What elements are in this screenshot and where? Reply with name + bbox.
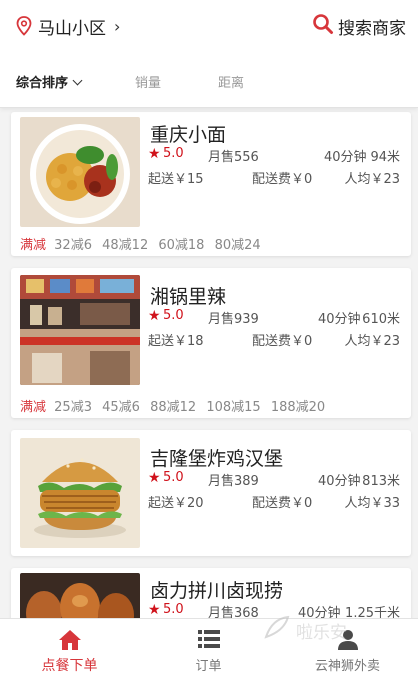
shop-card[interactable]: 卤力拼川卤现捞 ★ 5.0 月售368 40分钟 1.25千米	[11, 568, 411, 618]
promo-item: 45减6	[102, 400, 140, 415]
shop-distance: 1.25千米	[345, 606, 400, 618]
shop-fees-row: 起送￥18 配送费￥0 人均￥23	[148, 330, 400, 349]
star-icon: ★	[148, 308, 161, 324]
sort-tab-comprehensive[interactable]: 综合排序	[16, 72, 83, 91]
shop-list: 重庆小面 ★ 5.0 月售556 40分钟 94米 起送￥15 配送费￥0 人均…	[0, 108, 418, 618]
shop-delivery-time: 40分钟	[318, 474, 361, 489]
shop-stats-row: ★ 5.0 月售939 40分钟 610米	[148, 308, 400, 327]
location-name: 马山小区	[38, 18, 106, 39]
location-selector[interactable]: 马山小区 ›	[16, 12, 120, 40]
shop-delivery-time: 40分钟	[298, 606, 341, 618]
shop-stats-row: ★ 5.0 月售389 40分钟 813米	[148, 470, 400, 489]
shop-delivery-fee: 配送费￥0	[252, 172, 313, 187]
search-icon	[312, 13, 334, 39]
shop-delivery-fee: 配送费￥0	[252, 334, 313, 349]
star-icon: ★	[148, 470, 161, 486]
tab-label: 点餐下单	[41, 658, 98, 674]
shop-rating: 5.0	[163, 470, 184, 485]
promo-item: 88减12	[150, 400, 197, 415]
shop-image-braised-food	[20, 573, 140, 618]
bottom-tab-bar: 点餐下单 订单 云神狮外卖	[0, 618, 418, 679]
promo-item: 188减20	[270, 400, 326, 415]
tab-label: 订单	[195, 659, 222, 674]
shop-delivery-fee: 配送费￥0	[252, 496, 313, 511]
promo-item: 108减15	[206, 400, 261, 415]
chevron-right-icon: ›	[114, 16, 121, 36]
shop-monthly-sales: 月售556	[208, 150, 259, 165]
promo-item: 25减3	[54, 400, 92, 415]
shop-card[interactable]: 重庆小面 ★ 5.0 月售556 40分钟 94米 起送￥15 配送费￥0 人均…	[11, 112, 411, 256]
search-shops-button[interactable]: 搜索商家	[312, 12, 406, 40]
chevron-down-icon	[72, 75, 83, 86]
shop-distance: 610米	[362, 312, 400, 327]
shop-rating: 5.0	[163, 602, 184, 617]
shop-rating: 5.0	[163, 308, 184, 323]
shop-per-capita: 人均￥23	[344, 334, 400, 349]
shop-image-storefront	[20, 275, 140, 385]
shop-min-order: 起送￥15	[148, 172, 204, 187]
promo-item: 32减6	[54, 238, 92, 253]
shop-promotions: 满减 32减6 48减12 60减18 80减24	[20, 234, 267, 253]
shop-monthly-sales: 月售939	[208, 312, 259, 327]
tab-profile[interactable]: 云神狮外卖	[278, 619, 417, 679]
shop-stats-row: ★ 5.0 月售556 40分钟 94米	[148, 146, 400, 165]
user-icon	[336, 629, 360, 655]
shop-min-order: 起送￥18	[148, 334, 204, 349]
promo-item: 60减18	[158, 238, 205, 253]
shop-fees-row: 起送￥15 配送费￥0 人均￥23	[148, 168, 400, 187]
tab-label: 云神狮外卖	[314, 659, 380, 674]
top-header: 马山小区 › 搜索商家 综合排序 销量 距离	[0, 0, 418, 108]
sort-tab-sales[interactable]: 销量	[135, 72, 161, 91]
shop-min-order: 起送￥20	[148, 496, 204, 511]
shop-rating: 5.0	[163, 146, 184, 161]
shop-card[interactable]: 吉隆堡炸鸡汉堡 ★ 5.0 月售389 40分钟 813米 起送￥20 配送费￥…	[11, 430, 411, 556]
shop-image-burger	[20, 438, 140, 548]
shop-distance: 94米	[370, 150, 400, 165]
sort-tab-label: 销量	[135, 76, 162, 91]
shop-monthly-sales: 月售368	[208, 606, 259, 618]
shop-promotions: 满减 25减3 45减6 88减12 108减15 188减20	[20, 396, 331, 415]
promo-tag: 满减	[20, 400, 47, 415]
shop-card[interactable]: 湘锅里辣 ★ 5.0 月售939 40分钟 610米 起送￥18 配送费￥0 人…	[11, 268, 411, 418]
star-icon: ★	[148, 146, 161, 162]
shop-name: 卤力拼川卤现捞	[150, 580, 284, 602]
shop-name: 湘锅里辣	[150, 286, 227, 308]
shop-image-noodles	[20, 117, 140, 227]
star-icon: ★	[148, 602, 161, 618]
sort-bar: 综合排序 销量 距离	[0, 68, 418, 96]
sort-tab-distance[interactable]: 距离	[218, 72, 244, 91]
shop-per-capita: 人均￥23	[344, 172, 400, 187]
promo-item: 48减12	[102, 238, 149, 253]
list-icon	[197, 629, 221, 653]
sort-tab-label: 距离	[218, 76, 245, 91]
shop-name: 重庆小面	[150, 124, 227, 146]
home-icon	[58, 629, 82, 655]
shop-stats-row: ★ 5.0 月售368 40分钟 1.25千米	[148, 602, 400, 618]
shop-monthly-sales: 月售389	[208, 474, 259, 489]
location-pin-icon	[16, 16, 32, 36]
promo-item: 80减24	[214, 238, 261, 253]
tab-orders[interactable]: 订单	[139, 619, 278, 679]
shop-fees-row: 起送￥20 配送费￥0 人均￥33	[148, 492, 400, 511]
shop-name: 吉隆堡炸鸡汉堡	[150, 448, 284, 470]
shop-distance: 813米	[362, 474, 400, 489]
sort-tab-label: 综合排序	[16, 76, 69, 91]
search-label: 搜索商家	[338, 18, 406, 39]
shop-per-capita: 人均￥33	[344, 496, 400, 511]
shop-delivery-time: 40分钟	[324, 150, 367, 165]
shop-delivery-time: 40分钟	[318, 312, 361, 327]
promo-tag: 满减	[20, 238, 47, 253]
tab-order-food[interactable]: 点餐下单	[0, 619, 139, 679]
